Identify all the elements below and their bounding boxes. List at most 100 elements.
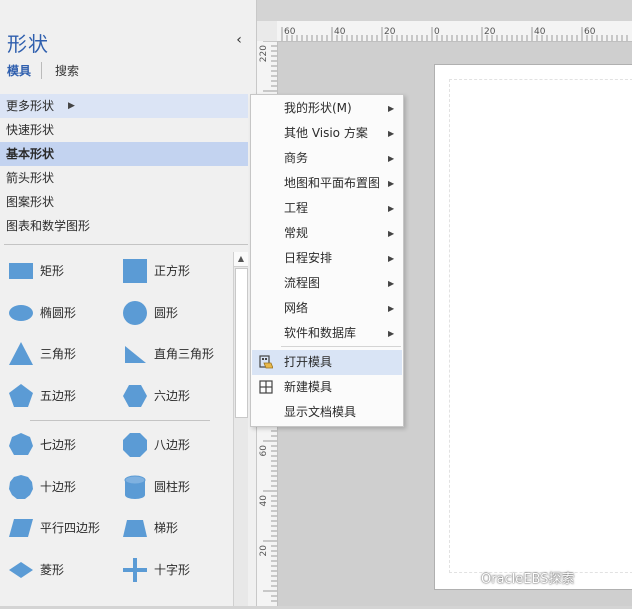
shape-label: 平行四边形 bbox=[40, 521, 101, 535]
chevron-right-icon: ▶ bbox=[388, 279, 395, 288]
shape-label: 直角三角形 bbox=[154, 347, 215, 361]
shape-label: 六边形 bbox=[154, 388, 191, 403]
menu-item[interactable]: 常规 ▶ bbox=[252, 221, 402, 246]
chevron-right-icon: ▶ bbox=[68, 101, 75, 111]
stencil-item[interactable]: 更多形状 ▶ bbox=[0, 94, 248, 118]
ruler-label: 40 bbox=[334, 27, 346, 37]
stencil-item[interactable]: 图表和数学图形 bbox=[0, 214, 248, 238]
pane-tabs: 模具 搜索 bbox=[7, 62, 79, 80]
shape-label: 五边形 bbox=[40, 388, 77, 403]
shape-item[interactable]: 五边形 bbox=[0, 375, 112, 415]
menu-item-label: 新建模具 bbox=[284, 380, 333, 394]
menu-item[interactable]: 显示文档模具 bbox=[252, 400, 402, 425]
stencil-item[interactable]: 图案形状 bbox=[0, 190, 248, 214]
shape-item[interactable]: 八边形 bbox=[114, 424, 226, 464]
shape-item[interactable]: 六边形 bbox=[114, 375, 226, 415]
shape-label: 圆柱形 bbox=[154, 479, 191, 494]
menu-item[interactable]: 工程 ▶ bbox=[252, 196, 402, 221]
shapes-pane: 形状 ‹ 模具 搜索 更多形状 ▶ 快速形状基本形状箭头形状图案形状图表和数学图形 矩… bbox=[0, 0, 257, 606]
shape-item[interactable]: 正方形 bbox=[114, 250, 226, 290]
pane-title: 形状 bbox=[7, 32, 49, 56]
stencil-item-label: 基本形状 bbox=[6, 147, 55, 161]
horizontal-ruler: 60 40 20 0 20 40 60 bbox=[257, 21, 632, 42]
shape-item[interactable]: 七边形 bbox=[0, 424, 112, 464]
pentagon-icon bbox=[9, 383, 33, 407]
stencil-scrollbar[interactable]: ▲ bbox=[233, 252, 248, 606]
ruler-corner bbox=[257, 21, 277, 41]
menu-item[interactable]: 商务 ▶ bbox=[252, 146, 402, 171]
menu-item[interactable]: 软件和数据库 ▶ bbox=[252, 321, 402, 346]
chevron-right-icon: ▶ bbox=[388, 179, 395, 188]
shape-item[interactable]: 三角形 bbox=[0, 333, 112, 373]
chevron-right-icon: ▶ bbox=[388, 229, 395, 238]
diamond-icon bbox=[9, 561, 33, 578]
shape-label: 三角形 bbox=[40, 347, 77, 361]
menu-item[interactable]: 日程安排 ▶ bbox=[252, 246, 402, 271]
divider bbox=[4, 244, 248, 245]
shape-label: 十字形 bbox=[154, 562, 191, 577]
stencil-item[interactable]: 箭头形状 bbox=[0, 166, 248, 190]
cylinder-icon bbox=[124, 475, 146, 499]
shape-item[interactable]: 直角三角形 bbox=[114, 333, 226, 373]
heptagon-icon bbox=[9, 433, 33, 455]
menu-item-label: 地图和平面布置图 bbox=[284, 176, 381, 190]
shape-label: 圆形 bbox=[154, 305, 179, 320]
shape-item[interactable]: 十字形 bbox=[114, 549, 226, 589]
shape-item[interactable]: 十边形 bbox=[0, 466, 112, 506]
shape-item[interactable]: 菱形 bbox=[0, 549, 112, 589]
menu-item[interactable]: 我的形状(M) ▶ bbox=[252, 96, 402, 121]
watermark: OracleEBS探索 bbox=[481, 572, 575, 587]
menu-item[interactable]: 网络 ▶ bbox=[252, 296, 402, 321]
stencil-item[interactable]: 快速形状 bbox=[0, 118, 248, 142]
open-stencil-icon bbox=[259, 355, 273, 369]
trapezoid-icon bbox=[123, 520, 147, 537]
stencil-item[interactable]: 基本形状 bbox=[0, 142, 248, 166]
chevron-right-icon: ▶ bbox=[388, 129, 395, 138]
chevron-right-icon: ▶ bbox=[388, 204, 395, 213]
ruler-label: 20 bbox=[259, 545, 269, 557]
menu-item-label: 日程安排 bbox=[284, 251, 333, 265]
stencil-item-label: 箭头形状 bbox=[6, 171, 55, 185]
menu-item-label: 显示文档模具 bbox=[284, 405, 357, 419]
menu-item[interactable]: 新建模具 bbox=[252, 375, 402, 400]
menu-item[interactable]: 地图和平面布置图 ▶ bbox=[252, 171, 402, 196]
divider bbox=[30, 420, 210, 421]
shape-label: 十边形 bbox=[40, 479, 77, 494]
more-shapes-menu: 我的形状(M) ▶ 其他 Visio 方案 ▶ 商务 ▶ 地图和平面布置图 ▶ 工程 ▶ 常规 ▶ 日程… bbox=[250, 94, 404, 427]
tab-stencils[interactable]: 模具 bbox=[7, 62, 43, 79]
menu-item[interactable]: 流程图 ▶ bbox=[252, 271, 402, 296]
shape-item[interactable]: 矩形 bbox=[0, 250, 112, 290]
shape-item[interactable]: 平行四边形 bbox=[0, 507, 112, 547]
stencil-item-label: 快速形状 bbox=[6, 123, 55, 137]
shape-label: 正方形 bbox=[154, 264, 191, 278]
menu-item[interactable]: 其他 Visio 方案 ▶ bbox=[252, 121, 402, 146]
tab-search[interactable]: 搜索 bbox=[42, 62, 79, 79]
shape-item[interactable]: 梯形 bbox=[114, 507, 226, 547]
shape-item[interactable]: 圆形 bbox=[114, 292, 226, 332]
stencil-item-label: 图表和数学图形 bbox=[6, 219, 91, 233]
shape-label: 菱形 bbox=[40, 562, 65, 577]
chevron-right-icon: ▶ bbox=[388, 104, 395, 113]
right-triangle-icon bbox=[125, 346, 146, 363]
ruler-label: 40 bbox=[534, 27, 546, 37]
ellipse-icon bbox=[9, 304, 33, 321]
menu-item[interactable]: 打开模具 bbox=[252, 350, 402, 375]
shape-item[interactable]: 椭圆形 bbox=[0, 292, 112, 332]
menu-item-label: 软件和数据库 bbox=[284, 326, 357, 340]
collapse-pane-button[interactable]: ‹ bbox=[232, 32, 246, 48]
horizontal-ruler-ticks: 60 40 20 0 20 40 60 bbox=[281, 27, 628, 41]
ruler-label: 0 bbox=[434, 27, 440, 37]
ruler-label: 20 bbox=[484, 27, 496, 37]
scrollbar-thumb[interactable] bbox=[235, 268, 248, 418]
menu-item-label: 网络 bbox=[284, 301, 309, 315]
menu-separator bbox=[281, 346, 401, 347]
menu-item-label: 打开模具 bbox=[284, 355, 333, 369]
octagon-icon bbox=[123, 433, 147, 457]
menu-item-label: 商务 bbox=[284, 151, 309, 165]
scroll-up-arrow-icon[interactable]: ▲ bbox=[234, 252, 248, 267]
hexagon-icon bbox=[123, 384, 147, 407]
chevron-right-icon: ▶ bbox=[388, 329, 395, 338]
new-stencil-icon bbox=[259, 380, 273, 394]
parallelogram-icon bbox=[9, 519, 33, 537]
shape-item[interactable]: 圆柱形 bbox=[114, 466, 226, 506]
